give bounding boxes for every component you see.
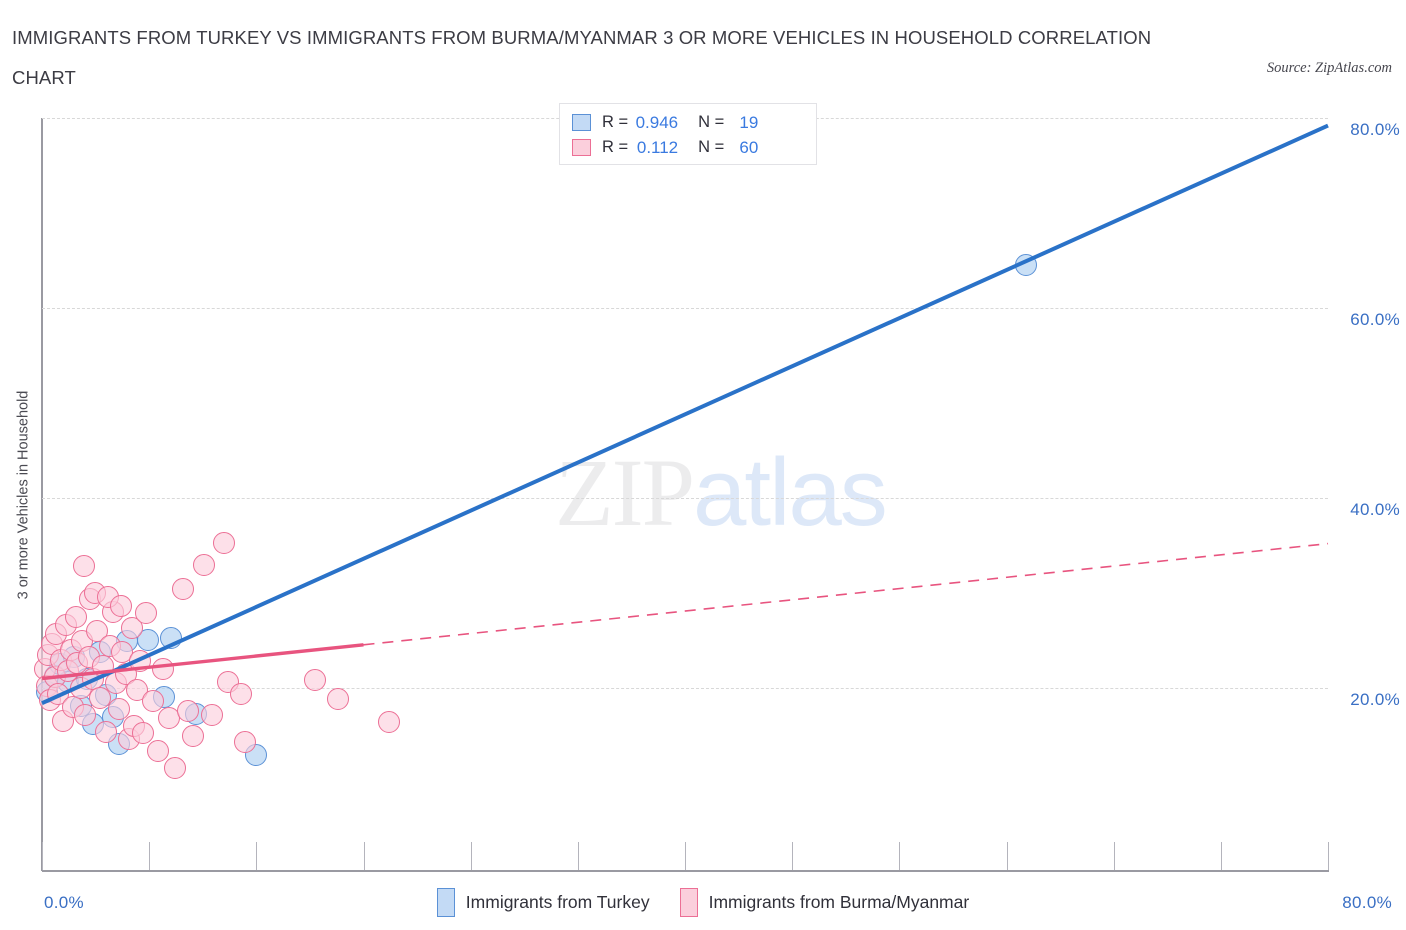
x-tick-0 xyxy=(42,842,43,870)
data-point xyxy=(177,699,200,722)
y-tick-label-40: 40.0% xyxy=(1350,500,1400,519)
legend-item-turkey[interactable]: Immigrants from Turkey xyxy=(436,888,650,917)
x-tick-7 xyxy=(792,842,794,870)
data-point xyxy=(151,658,174,680)
stats-swatch-burma xyxy=(572,139,591,156)
y-tick-label-20: 20.0% xyxy=(1350,690,1400,709)
watermark-atlas: atlas xyxy=(693,439,888,546)
y-tick-label-60: 60.0% xyxy=(1350,310,1400,329)
legend-label-turkey: Immigrants from Turkey xyxy=(465,892,650,912)
legend-swatch-burma xyxy=(679,888,698,917)
stats-r-label-burma: R = xyxy=(602,138,629,156)
x-tick-8 xyxy=(899,842,901,870)
data-point xyxy=(64,605,87,628)
data-point xyxy=(182,724,205,747)
data-point xyxy=(326,688,349,711)
data-point xyxy=(159,626,182,649)
stats-r-value-turkey: 0.946 xyxy=(635,112,679,132)
correlation-stats-box: R = 0.946 N = 19 R = 0.112 N = 60 xyxy=(559,103,817,165)
y-axis-title-text: 3 or more Vehicles in Household xyxy=(15,390,32,599)
data-point xyxy=(378,711,401,734)
data-point xyxy=(132,721,155,744)
stats-n-value-turkey: 19 xyxy=(739,112,759,132)
data-point xyxy=(172,578,195,601)
stats-r-label-turkey: R = xyxy=(602,113,629,131)
data-point xyxy=(201,703,224,726)
legend-label-burma: Immigrants from Burma/Myanmar xyxy=(708,892,970,912)
page-title-line2: CHART xyxy=(12,67,76,88)
data-point xyxy=(233,731,256,754)
x-tick-10 xyxy=(1113,842,1115,870)
stats-n-label-burma: N = xyxy=(698,138,725,156)
data-point xyxy=(109,595,132,618)
stats-n-label-turkey: N = xyxy=(698,113,725,131)
stats-row-turkey: R = 0.946 N = 19 xyxy=(572,110,806,135)
stats-n-value-burma: 60 xyxy=(739,137,759,157)
x-tick-9 xyxy=(1006,842,1008,870)
source-label: Source: ZipAtlas.com xyxy=(1266,60,1392,76)
data-point xyxy=(212,531,235,554)
x-tick-4 xyxy=(470,842,472,870)
data-point xyxy=(95,720,118,743)
data-point xyxy=(146,739,169,762)
gridline-60 xyxy=(42,308,1328,309)
stats-row-burma: R = 0.112 N = 60 xyxy=(572,135,806,160)
page-title: IMMIGRANTS FROM TURKEY VS IMMIGRANTS FRO… xyxy=(12,18,1192,98)
data-point xyxy=(72,555,95,578)
gridline-40 xyxy=(42,498,1328,499)
data-point xyxy=(1014,254,1037,277)
x-tick-1 xyxy=(149,842,151,870)
zipatlas-watermark: ZIPatlas xyxy=(555,437,888,548)
data-point xyxy=(135,601,158,624)
x-tick-11 xyxy=(1220,842,1222,870)
x-tick-5 xyxy=(577,842,579,870)
watermark-zip: ZIP xyxy=(555,439,695,546)
data-point xyxy=(164,756,187,779)
series-legend: Immigrants from Turkey Immigrants from B… xyxy=(0,888,1406,917)
data-point xyxy=(230,682,253,705)
stats-swatch-turkey xyxy=(572,114,591,131)
stats-r-value-burma: 0.112 xyxy=(636,137,679,157)
data-point xyxy=(129,650,152,673)
data-point xyxy=(193,553,216,576)
x-tick-3 xyxy=(363,842,365,870)
legend-item-burma[interactable]: Immigrants from Burma/Myanmar xyxy=(679,888,970,917)
x-tick-12 xyxy=(1328,842,1329,870)
y-tick-label-80: 80.0% xyxy=(1350,120,1400,139)
legend-swatch-turkey xyxy=(436,888,455,917)
chart-page: IMMIGRANTS FROM TURKEY VS IMMIGRANTS FRO… xyxy=(0,0,1406,930)
page-title-line1: IMMIGRANTS FROM TURKEY VS IMMIGRANTS FRO… xyxy=(12,27,1152,48)
y-axis-title: 3 or more Vehicles in Household xyxy=(10,118,36,871)
plot-area: ZIPatlas xyxy=(34,118,1328,871)
x-tick-6 xyxy=(685,842,686,870)
x-tick-2 xyxy=(256,842,258,870)
